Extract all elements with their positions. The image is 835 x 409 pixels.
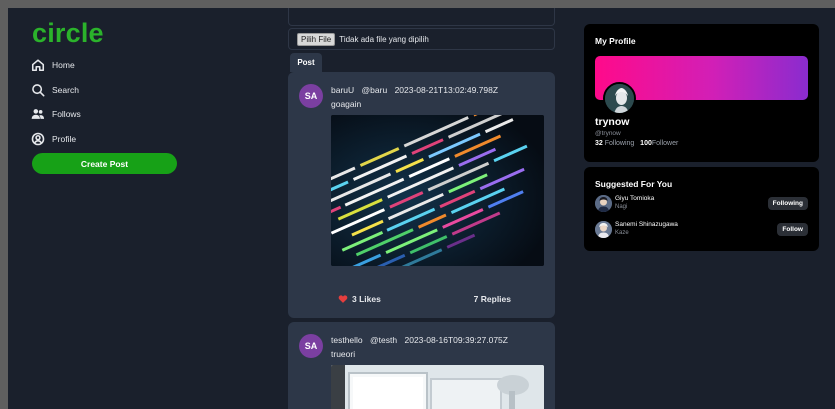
users-icon <box>30 106 46 122</box>
profile-avatar[interactable] <box>603 82 636 115</box>
suggested-name[interactable]: Giyu Tomioka <box>615 195 654 202</box>
post-author-handle: @baru <box>361 85 388 95</box>
avatar[interactable]: SA <box>299 84 323 108</box>
post-content: trueori <box>331 349 356 359</box>
sidebar-nav: Home Search Follows Profile <box>30 53 190 151</box>
follower-label: Follower <box>651 140 679 147</box>
code-screen-image <box>331 115 544 266</box>
post-image[interactable] <box>331 115 544 266</box>
sidebar-item-label: Search <box>52 84 79 95</box>
like-button[interactable]: 3 Likes <box>338 294 381 304</box>
post-meta: testhello @testh 2023-08-16T09:39:27.075… <box>331 335 513 345</box>
sidebar-item-home[interactable]: Home <box>30 53 190 78</box>
post-image[interactable] <box>331 365 544 409</box>
card-title: Suggested For You <box>595 179 673 189</box>
sidebar-item-label: Follows <box>52 109 81 120</box>
post-timestamp: 2023-08-16T09:39:27.075Z <box>404 335 508 345</box>
tab-post[interactable]: Post <box>290 53 322 72</box>
avatar[interactable] <box>595 221 612 238</box>
post-card[interactable]: SA baruU @baru 2023-08-21T13:02:49.798Z … <box>288 72 555 318</box>
sidebar-item-follows[interactable]: Follows <box>30 102 190 127</box>
profile-handle: @trynow <box>595 130 621 137</box>
post-author-name[interactable]: baruU <box>331 85 354 95</box>
post-actions: 3 Likes 7 Replies <box>338 294 515 304</box>
suggested-user[interactable]: Sanemi Shinazugawa Kaze Follow <box>595 220 808 240</box>
replies-link[interactable]: 7 Replies <box>474 294 511 304</box>
profile-stats: 32 Following 100Follower <box>595 140 678 147</box>
suggested-user[interactable]: Giyu Tomioka Nagi Following <box>595 194 808 214</box>
brand-logo[interactable]: circle <box>32 18 104 49</box>
avatar[interactable]: SA <box>299 334 323 358</box>
follow-button[interactable]: Follow <box>777 223 808 236</box>
suggested-name[interactable]: Sanemi Shinazugawa <box>615 221 678 228</box>
post-timestamp: 2023-08-21T13:02:49.798Z <box>394 85 499 95</box>
post-author-name[interactable]: testhello <box>331 335 363 345</box>
choose-file-button[interactable]: Pilih File <box>297 32 336 46</box>
follower-count[interactable]: 100 <box>640 140 652 147</box>
avatar-image <box>595 221 612 238</box>
following-label: Following <box>604 140 635 147</box>
file-upload: Pilih File Tidak ada file yang dipilih <box>288 28 555 50</box>
heart-icon <box>338 295 348 303</box>
suggested-handle: Nagi <box>615 204 628 210</box>
suggested-handle: Kaze <box>615 230 629 236</box>
create-post-button[interactable]: Create Post <box>32 153 177 174</box>
sidebar-item-search[interactable]: Search <box>30 78 190 103</box>
search-icon <box>30 82 46 98</box>
suggested-card: Suggested For You Giyu Tomioka Nagi Foll… <box>584 167 819 251</box>
card-title: My Profile <box>595 36 636 46</box>
sidebar-item-profile[interactable]: Profile <box>30 127 190 152</box>
home-icon <box>30 57 46 73</box>
profile-icon <box>30 131 46 147</box>
post-meta: baruU @baru 2023-08-21T13:02:49.798Z <box>331 85 503 95</box>
profile-name: trynow <box>595 116 630 128</box>
sidebar-item-label: Profile <box>52 133 77 144</box>
compose-input[interactable] <box>288 8 555 26</box>
avatar[interactable] <box>595 195 612 212</box>
avatar-image <box>595 195 612 212</box>
post-card[interactable]: SA testhello @testh 2023-08-16T09:39:27.… <box>288 322 555 409</box>
my-profile-card: My Profile trynow @trynow 32 Following 1… <box>584 24 819 162</box>
following-count[interactable]: 32 <box>595 140 603 147</box>
post-content: goagain <box>331 99 362 109</box>
file-status: Tidak ada file yang dipilih <box>339 34 429 44</box>
avatar-image <box>605 84 634 113</box>
post-author-handle: @testh <box>370 335 398 345</box>
desk-monitor-image <box>331 365 544 409</box>
sidebar-item-label: Home <box>52 60 75 71</box>
following-button[interactable]: Following <box>767 197 808 210</box>
app-window: circle Home Search Follows Profile Creat… <box>8 8 835 409</box>
likes-count: 3 Likes <box>352 294 381 304</box>
